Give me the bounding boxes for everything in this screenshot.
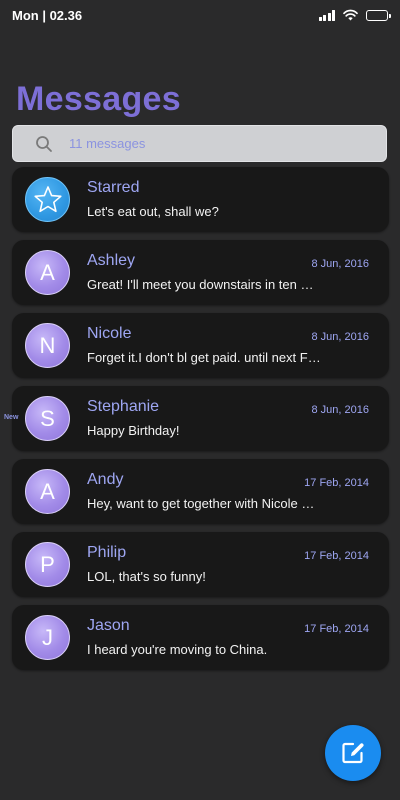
message-date: 8 Jun, 2016 <box>311 258 370 270</box>
conversation-item-philip[interactable]: P Philip 17 Feb, 2014 LOL, that's so fun… <box>12 532 389 597</box>
message-date: 17 Feb, 2014 <box>304 623 369 635</box>
battery-icon <box>366 9 391 21</box>
star-icon <box>33 185 62 212</box>
conversation-item-starred[interactable]: Starred Let's eat out, shall we? <box>12 167 389 232</box>
contact-name: Andy <box>87 471 124 488</box>
compose-button[interactable] <box>325 725 381 781</box>
conversation-item-stephanie[interactable]: New S Stephanie 8 Jun, 2016 Happy Birthd… <box>4 386 389 451</box>
avatar: J <box>25 615 70 660</box>
avatar: A <box>25 250 70 295</box>
signal-icon <box>318 9 335 21</box>
wifi-icon <box>343 9 358 21</box>
message-date: 17 Feb, 2014 <box>304 550 369 562</box>
contact-name: Stephanie <box>87 398 160 415</box>
message-preview: Great! I'll meet you downstairs in ten … <box>87 277 314 292</box>
conversation-list: Starred Let's eat out, shall we? A Ashle… <box>4 167 389 678</box>
message-date: 8 Jun, 2016 <box>311 404 370 416</box>
message-preview: Happy Birthday! <box>87 423 180 438</box>
avatar: P <box>25 542 70 587</box>
avatar: S <box>25 396 70 441</box>
conversation-item-andy[interactable]: A Andy 17 Feb, 2014 Hey, want to get tog… <box>12 459 389 524</box>
status-bar: Mon | 02.36 <box>0 0 400 30</box>
search-icon <box>36 135 52 152</box>
status-time: Mon | 02.36 <box>12 7 83 23</box>
conversation-item-ashley[interactable]: A Ashley 8 Jun, 2016 Great! I'll meet yo… <box>12 240 389 305</box>
status-icons <box>318 9 391 21</box>
starred-avatar <box>25 177 70 222</box>
message-date: 8 Jun, 2016 <box>311 331 370 343</box>
conversation-item-nicole[interactable]: N Nicole 8 Jun, 2016 Forget it.I don't b… <box>12 313 389 378</box>
message-preview: I heard you're moving to China. <box>87 642 268 657</box>
contact-name: Starred <box>87 179 140 196</box>
compose-icon <box>342 742 364 764</box>
new-badge: New <box>4 414 19 421</box>
message-preview: Forget it.I don't bl get paid. until nex… <box>87 350 321 365</box>
message-preview: Hey, want to get together with Nicole … <box>87 496 315 511</box>
avatar: N <box>25 323 70 368</box>
conversation-item-jason[interactable]: J Jason 17 Feb, 2014 I heard you're movi… <box>12 605 389 670</box>
search-bar[interactable]: 11 messages <box>12 125 387 162</box>
message-preview: Let's eat out, shall we? <box>87 204 219 219</box>
contact-name: Ashley <box>87 252 136 269</box>
contact-name: Nicole <box>87 325 132 342</box>
search-input[interactable]: 11 messages <box>69 136 145 151</box>
message-preview: LOL, that's so funny! <box>87 569 206 584</box>
contact-name: Jason <box>87 617 130 634</box>
contact-name: Philip <box>87 544 127 561</box>
page-title: Messages <box>16 80 181 118</box>
message-date: 17 Feb, 2014 <box>304 477 369 489</box>
avatar: A <box>25 469 70 514</box>
